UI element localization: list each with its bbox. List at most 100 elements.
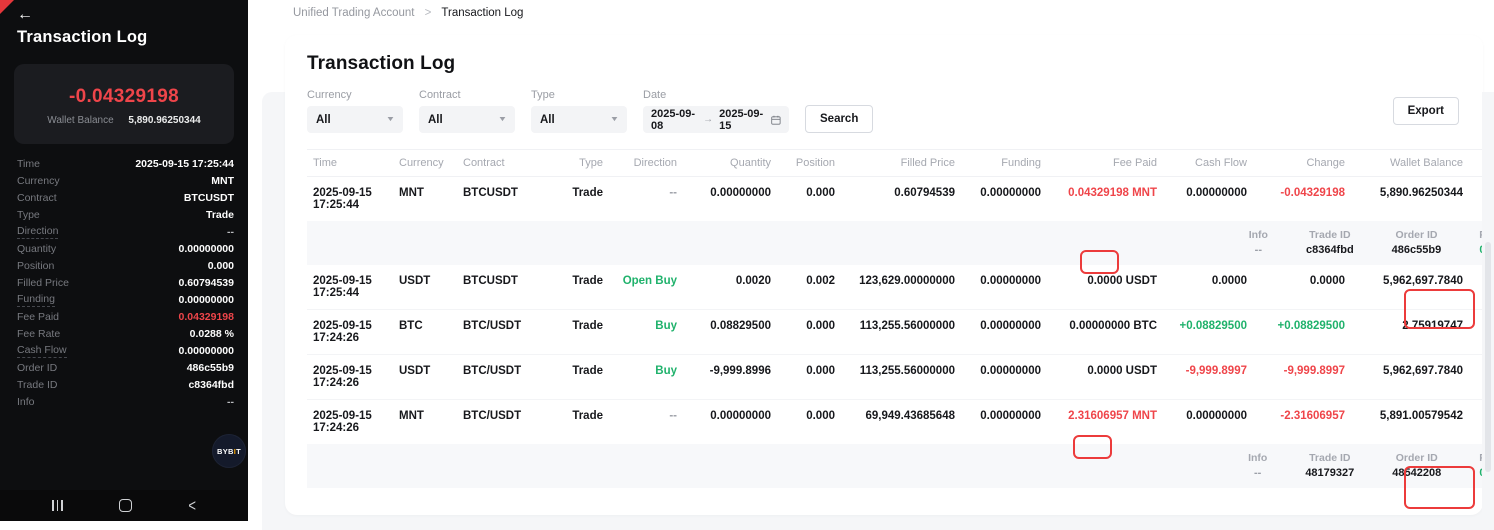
mobile-field-list: Time2025-09-15 17:25:44CurrencyMNTContra… (17, 155, 234, 410)
table-cell: BTCUSDT (457, 265, 551, 310)
mobile-field-label: Filled Price (17, 277, 69, 289)
table-cell: Trade (551, 177, 609, 222)
calendar-icon (771, 114, 781, 126)
mobile-field-row: Cash Flow0.00000000 (17, 342, 234, 359)
contract-filter-label: Contract (419, 89, 515, 101)
column-header: Currency (393, 150, 457, 177)
type-filter-group: Type All ▼ (531, 89, 627, 133)
contract-select[interactable]: All ▼ (419, 106, 515, 133)
mobile-field-value: 0.04329198 (179, 311, 234, 323)
export-button[interactable]: Export (1393, 97, 1459, 125)
table-cell: BTCUSDT (457, 177, 551, 222)
mobile-field-label: Funding (17, 293, 55, 307)
recents-icon[interactable] (52, 500, 63, 511)
table-cell: 0.0000 (1253, 265, 1351, 310)
table-cell: 0.000 (777, 355, 841, 400)
table-cell: 0.000 (777, 177, 841, 222)
detail-pair-value: 48542208 (1392, 467, 1441, 479)
breadcrumb-parent[interactable]: Unified Trading Account (293, 7, 414, 19)
mobile-field-value: -- (227, 396, 234, 408)
table-cell: USDT (393, 265, 457, 310)
filter-bar: Currency All ▼ Contract All ▼ (307, 89, 1473, 133)
mobile-field-row: CurrencyMNT (17, 172, 234, 189)
mobile-field-row: Filled Price0.60794539 (17, 274, 234, 291)
currency-select[interactable]: All ▼ (307, 106, 403, 133)
table-header-row: TimeCurrencyContractTypeDirectionQuantit… (307, 150, 1494, 177)
date-range-picker[interactable]: 2025-09-08 → 2025-09-15 (643, 106, 789, 133)
mobile-field-label: Fee Rate (17, 328, 60, 340)
date-filter-group: Date 2025-09-08 → 2025-09-15 (643, 89, 789, 133)
detail-pair-info: Info-- (1248, 452, 1267, 479)
search-button[interactable]: Search (805, 105, 873, 133)
mobile-field-label: Currency (17, 175, 60, 187)
nav-back-icon[interactable]: < (188, 496, 196, 515)
column-header: Time (307, 150, 393, 177)
mobile-field-value: 0.0288 % (190, 328, 234, 340)
breadcrumb-separator-icon: > (425, 7, 432, 19)
back-arrow-icon[interactable]: ← (17, 6, 33, 24)
android-nav-bar: < (0, 490, 248, 521)
table-cell: 2025-09-1517:24:26 (307, 355, 393, 400)
table-cell: 0.00000000 (1163, 177, 1253, 222)
detail-pair-label: Order ID (1392, 452, 1441, 464)
scrollbar-track[interactable] (1482, 92, 1494, 521)
table-cell: Trade (551, 265, 609, 310)
expanded-detail-row: Info--Trade IDc8364fbdOrder ID486c55b9Fe… (307, 221, 1494, 265)
table-cell: Trade (551, 310, 609, 355)
mobile-field-label: Order ID (17, 362, 57, 374)
table-cell: 0.08829500 (683, 310, 777, 355)
table-cell: 2025-09-1517:24:26 (307, 400, 393, 445)
mobile-field-value: 0.000 (208, 260, 234, 272)
table-row: 2025-09-1517:24:26USDTBTC/USDTTradeBuy-9… (307, 355, 1494, 400)
mobile-field-row: ContractBTCUSDT (17, 189, 234, 206)
date-end: 2025-09-15 (719, 108, 765, 132)
table-cell: 5,962,697.7840 (1351, 265, 1469, 310)
table-cell: 0.60794539 (841, 177, 961, 222)
bybit-logo-text: BYBIT (217, 447, 241, 456)
mobile-field-row: Fee Rate 0.0288 % (17, 325, 234, 342)
expanded-detail-row: Info--Trade ID48179327Order ID48542208Fe… (307, 444, 1494, 488)
type-select[interactable]: All ▼ (531, 106, 627, 133)
mobile-field-value: BTCUSDT (184, 192, 234, 204)
date-arrow-icon: → (703, 114, 713, 125)
detail-pair-info: Info-- (1249, 229, 1268, 256)
table-cell: 0.00000000 (683, 177, 777, 222)
summary-card: -0.04329198 Wallet Balance 5,890.9625034… (14, 64, 234, 144)
detail-pair-trade-id: Trade ID48179327 (1305, 452, 1354, 479)
mobile-field-value: Trade (206, 209, 234, 221)
mobile-field-row: Fee Paid 0.04329198 (17, 308, 234, 325)
home-icon[interactable] (119, 499, 132, 512)
table-cell: 0.0000 USDT (1047, 265, 1163, 310)
table-cell: BTC/USDT (457, 355, 551, 400)
mobile-field-row: Order ID486c55b9 (17, 359, 234, 376)
table-cell: -9,999.8997 (1163, 355, 1253, 400)
table-cell: 2.31606957 MNT (1047, 400, 1163, 445)
table-cell: -0.04329198 (1253, 177, 1351, 222)
column-header: Contract (457, 150, 551, 177)
detail-pair-value: 48179327 (1305, 467, 1354, 479)
currency-select-value: All (316, 114, 331, 126)
mobile-field-label: Type (17, 209, 40, 221)
mobile-panel: ← Transaction Log -0.04329198 Wallet Bal… (0, 0, 248, 521)
table-cell: 0.00000000 (961, 310, 1047, 355)
chevron-down-icon: ▼ (386, 116, 396, 123)
table-cell: Trade (551, 355, 609, 400)
table-cell: Open Buy (609, 265, 683, 310)
transaction-table: TimeCurrencyContractTypeDirectionQuantit… (307, 149, 1473, 488)
column-header: Wallet Balance (1351, 150, 1469, 177)
mobile-field-value: 0.00000000 (179, 243, 234, 255)
bybit-logo-badge[interactable]: BYBIT (212, 434, 246, 468)
scrollbar-thumb[interactable] (1485, 242, 1491, 472)
table-cell: 0.00000000 (961, 177, 1047, 222)
column-header: Type (551, 150, 609, 177)
detail-pair-label: Order ID (1392, 229, 1442, 241)
mobile-field-value: -- (227, 226, 234, 238)
detail-pair-value: c8364fbd (1306, 244, 1354, 256)
table-cell: BTC (393, 310, 457, 355)
table-cell: 2025-09-1517:25:44 (307, 265, 393, 310)
mobile-field-label: Fee Paid (17, 311, 59, 323)
table-cell: BTC/USDT (457, 310, 551, 355)
table-row: 2025-09-1517:24:26BTCBTC/USDTTradeBuy0.0… (307, 310, 1494, 355)
column-header: Cash Flow (1163, 150, 1253, 177)
detail-pair-value: -- (1248, 467, 1267, 479)
